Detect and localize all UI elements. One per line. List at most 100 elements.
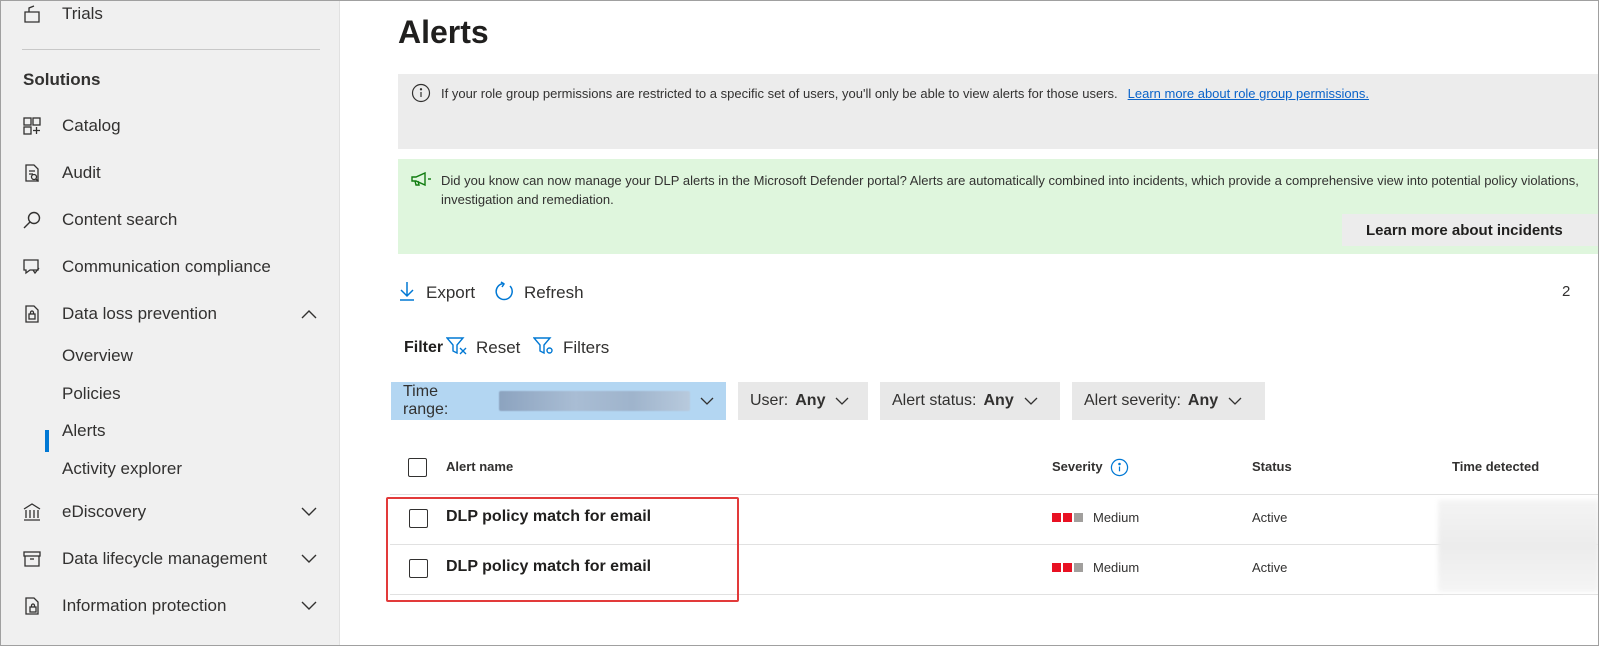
table-divider (390, 544, 1599, 545)
archive-icon (20, 547, 44, 571)
main-content: Alerts If your role group permissions ar… (340, 0, 1599, 646)
alert-name-cell[interactable]: DLP policy match for email (446, 508, 651, 526)
info-protection-icon (20, 594, 44, 618)
alert-severity-value: Any (1187, 392, 1219, 409)
chevron-down-icon (1228, 397, 1242, 406)
reset-label: Reset (476, 338, 521, 357)
chevron-down-icon[interactable] (300, 503, 318, 521)
row-checkbox[interactable] (409, 509, 428, 528)
filter-clear-icon (445, 336, 468, 361)
defender-promo-banner: Did you know can now manage your DLP ale… (398, 159, 1599, 254)
sidebar-item-information-protection[interactable]: Information protection (0, 586, 340, 626)
severity-bar-empty (1074, 513, 1083, 522)
info-banner: If your role group permissions are restr… (398, 74, 1599, 149)
chevron-up-icon[interactable] (300, 305, 318, 323)
severity-cell: Medium (1052, 510, 1139, 525)
column-header-severity[interactable]: Severity (1052, 459, 1103, 474)
severity-text: Medium (1093, 510, 1140, 525)
sidebar-item-label: Catalog (62, 116, 121, 135)
sidebar-divider (22, 49, 320, 50)
chevron-down-icon[interactable] (300, 597, 318, 615)
refresh-icon (494, 280, 514, 306)
alert-severity-label: Alert severity: (1084, 392, 1181, 409)
sidebar-item-label: Data loss prevention (62, 304, 217, 323)
severity-bar-filled (1063, 513, 1072, 522)
sidebar-heading-solutions: Solutions (23, 70, 101, 89)
severity-text: Medium (1093, 560, 1140, 575)
megaphone-icon (410, 171, 432, 192)
reset-filters-button[interactable]: Reset (445, 336, 521, 361)
role-group-permissions-link[interactable]: Learn more about role group permissions. (1128, 86, 1369, 101)
alert-severity-filter[interactable]: Alert severity: Any (1072, 382, 1265, 420)
severity-bar-filled (1052, 513, 1061, 522)
sidebar-item-label: Data lifecycle management (62, 549, 268, 568)
export-button[interactable]: Export (398, 280, 475, 306)
user-filter[interactable]: User: Any (738, 382, 868, 420)
sidebar-item-label: Information protection (62, 596, 227, 615)
communication-icon (20, 255, 44, 279)
user-filter-value: Any (795, 392, 826, 409)
alert-status-value: Any (983, 392, 1014, 409)
time-range-value-redacted (499, 391, 690, 411)
sidebar-subitem-alerts[interactable]: Alerts (62, 421, 105, 441)
row-checkbox[interactable] (409, 559, 428, 578)
severity-bar-filled (1052, 563, 1061, 572)
sidebar-item-communication-compliance[interactable]: Communication compliance (0, 247, 340, 287)
learn-more-incidents-button[interactable]: Learn more about incidents (1342, 214, 1599, 246)
sidebar-subitem-overview[interactable]: Overview (62, 346, 133, 366)
sidebar-subitem-activity-explorer[interactable]: Activity explorer (62, 459, 182, 479)
chevron-down-icon[interactable] (300, 550, 318, 568)
item-count: 2 (1562, 283, 1571, 300)
refresh-button[interactable]: Refresh (494, 280, 584, 306)
info-banner-message: If your role group permissions are restr… (441, 86, 1118, 101)
sidebar-subitem-policies[interactable]: Policies (62, 384, 121, 404)
user-filter-label: User: (750, 392, 789, 409)
column-header-time-detected[interactable]: Time detected (1452, 459, 1539, 474)
sidebar-item-audit[interactable]: Audit (0, 153, 340, 193)
dlp-icon (20, 302, 44, 326)
sidebar-item-data-loss-prevention[interactable]: Data loss prevention (0, 294, 340, 334)
download-icon (398, 281, 416, 306)
filters-button[interactable]: Filters (532, 336, 610, 361)
info-banner-text: If your role group permissions are restr… (441, 86, 1369, 101)
sidebar-item-label: eDiscovery (62, 502, 147, 521)
severity-info-icon[interactable] (1110, 458, 1129, 482)
filter-label: Filter (404, 339, 444, 356)
severity-bar-filled (1063, 563, 1072, 572)
sidebar-item-data-lifecycle-management[interactable]: Data lifecycle management (0, 539, 340, 579)
column-header-alert-name[interactable]: Alert name (446, 459, 513, 474)
chevron-down-icon (700, 397, 714, 406)
table-divider (390, 494, 1599, 495)
audit-icon (20, 161, 44, 185)
page-title: Alerts (398, 14, 489, 50)
sidebar-item-catalog[interactable]: Catalog (0, 106, 340, 146)
sidebar-item-content-search[interactable]: Content search (0, 200, 340, 240)
sidebar-item-ediscovery[interactable]: eDiscovery (0, 492, 340, 532)
promo-banner-text: Did you know can now manage your DLP ale… (441, 173, 1579, 207)
alert-name-cell[interactable]: DLP policy match for email (446, 558, 651, 576)
trials-icon (20, 2, 44, 26)
time-range-filter[interactable]: Time range: (391, 382, 726, 420)
ediscovery-icon (20, 500, 44, 524)
alert-status-filter[interactable]: Alert status: Any (880, 382, 1060, 420)
time-detected-redacted (1438, 500, 1599, 592)
sidebar-item-label: Content search (62, 210, 178, 229)
info-icon (411, 83, 431, 108)
table-divider (390, 594, 1599, 595)
sidebar-item-trials[interactable]: Trials (0, 0, 340, 34)
time-range-label: Time range: (403, 383, 449, 418)
search-icon (20, 208, 44, 232)
severity-cell: Medium (1052, 560, 1139, 575)
sidebar-item-label: Communication compliance (62, 257, 271, 276)
catalog-icon (20, 114, 44, 138)
filter-settings-icon (532, 336, 555, 361)
sidebar: Trials Solutions Catalog Audit Content s… (0, 0, 340, 646)
filters-label: Filters (563, 338, 610, 357)
refresh-label: Refresh (524, 283, 584, 302)
select-all-checkbox[interactable] (408, 458, 427, 477)
chevron-down-icon (1024, 397, 1038, 406)
export-label: Export (426, 283, 476, 302)
status-cell: Active (1252, 510, 1288, 525)
column-header-status[interactable]: Status (1252, 459, 1292, 474)
sidebar-item-label: Audit (62, 163, 101, 182)
